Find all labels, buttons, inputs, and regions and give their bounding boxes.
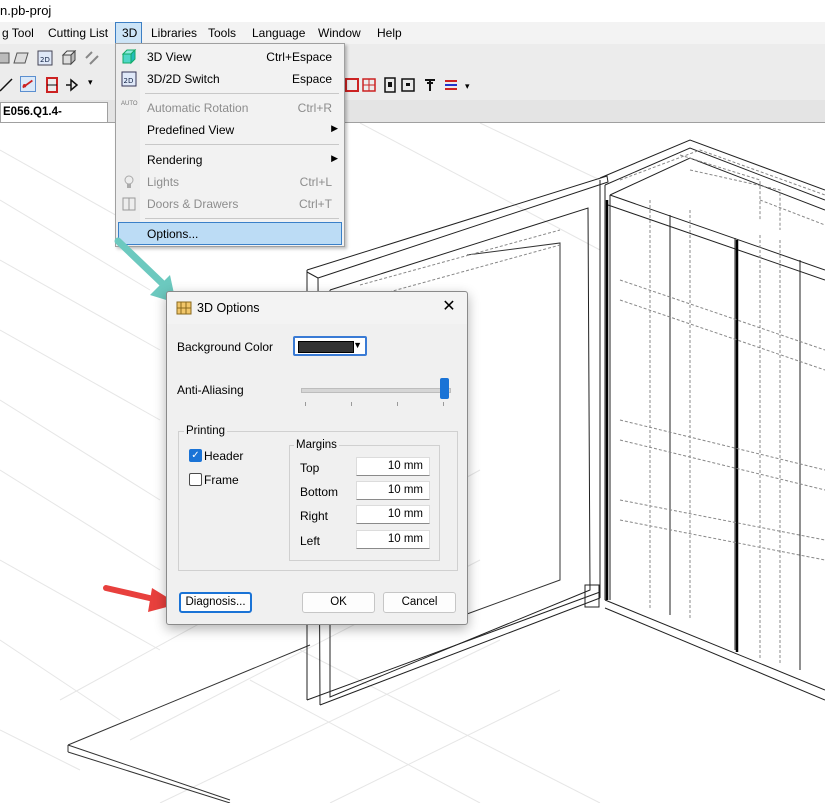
menu-item-3d[interactable]: 3D	[115, 22, 142, 44]
menu-doors-drawers-shortcut: Ctrl+T	[299, 197, 332, 211]
margin-left-label: Left	[300, 534, 321, 548]
light-bulb-icon	[124, 175, 134, 188]
margins-group-label: Margins	[294, 439, 339, 451]
fragment-icon[interactable]	[84, 50, 100, 66]
close-icon[interactable]: ✕	[441, 299, 457, 315]
margin-right-label: Right	[300, 509, 329, 523]
svg-text:2D: 2D	[40, 56, 50, 64]
menu-automatic-rotation-label: Automatic Rotation	[147, 101, 249, 115]
menu-item-libraries[interactable]: Libraries	[145, 22, 203, 44]
menu-separator	[145, 218, 339, 219]
margin-top-input[interactable]: 10 mm	[356, 457, 430, 476]
submenu-arrow-icon: ▶	[331, 123, 338, 133]
menu-lights[interactable]: Lights Ctrl+L	[118, 171, 342, 193]
menu-lights-shortcut: Ctrl+L	[299, 175, 332, 189]
menu-3d-2d-switch-shortcut: Espace	[291, 72, 332, 86]
box-icon[interactable]	[61, 50, 77, 66]
slider-tick	[305, 402, 306, 406]
menu-separator	[145, 93, 339, 94]
cancel-button[interactable]: Cancel	[383, 592, 456, 613]
margin-bottom-label: Bottom	[300, 485, 339, 499]
menu-predefined-view[interactable]: Predefined View ▶	[118, 119, 342, 141]
window-title-bar: n.pb-proj	[0, 0, 825, 22]
3d-options-icon	[176, 301, 192, 315]
margin-right-input[interactable]: 10 mm	[356, 505, 430, 524]
ok-button[interactable]: OK	[302, 592, 375, 613]
doors-drawers-icon	[122, 197, 136, 211]
svg-text:2D: 2D	[124, 77, 134, 85]
3d-2d-switch-icon: 2D	[121, 71, 137, 87]
menu-3d-view[interactable]: 3D View Ctrl+Espace	[118, 46, 342, 68]
menu-item-window[interactable]: Window	[312, 22, 367, 44]
menu-rendering-label: Rendering	[147, 153, 203, 167]
menu-3d-view-shortcut: Ctrl+Espace	[266, 50, 332, 64]
menu-automatic-rotation-shortcut: Ctrl+R	[297, 101, 332, 115]
color-swatch	[298, 341, 354, 353]
margin-top-label: Top	[300, 461, 320, 475]
3d-view-icon	[121, 49, 137, 65]
dialog-title-bar: 3D Options ✕	[167, 292, 467, 324]
2d-panel-icon[interactable]: 2D	[37, 50, 53, 66]
menu-bar: g Tool Cutting List 3D Libraries Tools L…	[0, 22, 825, 44]
diagnosis-button[interactable]: Diagnosis...	[179, 592, 252, 613]
diagonal-line-icon[interactable]	[0, 77, 14, 93]
menu-automatic-rotation[interactable]: AUTO Automatic Rotation Ctrl+R	[118, 97, 342, 119]
menu-3d-dropdown: 3D View Ctrl+Espace 2D 3D/2D Switch Espa…	[115, 43, 345, 247]
door-icon[interactable]	[382, 77, 398, 93]
menu-item-help[interactable]: Help	[371, 22, 408, 44]
menu-rendering[interactable]: Rendering ▶	[118, 149, 342, 171]
header-checkbox[interactable]: ✓	[189, 449, 202, 462]
margin-bottom-input[interactable]: 10 mm	[356, 481, 430, 500]
margin-left-input[interactable]: 10 mm	[356, 530, 430, 549]
printing-group-label: Printing	[184, 425, 227, 437]
drawer-icon[interactable]	[400, 77, 416, 93]
anti-aliasing-label: Anti-Aliasing	[177, 383, 244, 397]
window-title: n.pb-proj	[0, 3, 52, 18]
anti-aliasing-slider-thumb[interactable]	[440, 378, 449, 399]
header-checkbox-label: Header	[204, 449, 244, 463]
slider-tick	[351, 402, 352, 406]
menu-3d-2d-switch-label: 3D/2D Switch	[147, 72, 220, 86]
menu-separator	[145, 144, 339, 145]
chevron-down-icon: ▼	[353, 340, 362, 350]
menu-doors-drawers[interactable]: Doors & Drawers Ctrl+T	[118, 193, 342, 215]
menu-item-drawing-tool[interactable]: g Tool	[0, 22, 40, 44]
dialog-title: 3D Options	[197, 301, 260, 315]
submenu-arrow-icon: ▶	[331, 153, 338, 163]
auto-rotation-icon: AUTO	[121, 101, 138, 107]
background-color-picker[interactable]: ▼	[293, 336, 367, 356]
column-icon[interactable]	[44, 77, 60, 93]
toolbar-overflow[interactable]: ▾	[88, 77, 94, 93]
menu-item-tools[interactable]: Tools	[202, 22, 242, 44]
tab-bedroom[interactable]: E056.Q1.4-Bedroom	[0, 102, 108, 136]
red-square-icon[interactable]	[344, 77, 360, 93]
node-icon[interactable]	[65, 77, 81, 93]
frame-checkbox-label: Frame	[204, 473, 239, 487]
background-color-label: Background Color	[177, 340, 274, 354]
menu-item-language[interactable]: Language	[246, 22, 311, 44]
frame-checkbox[interactable]	[189, 473, 202, 486]
menu-lights-label: Lights	[147, 175, 180, 189]
toolbar-icon-partial[interactable]	[0, 50, 10, 66]
menu-3d-2d-switch[interactable]: 2D 3D/2D Switch Espace	[118, 68, 342, 90]
slider-tick	[443, 402, 444, 406]
hinge-icon[interactable]	[422, 77, 438, 93]
dimension-tool-icon[interactable]	[20, 76, 36, 92]
menu-item-cutting-list[interactable]: Cutting List	[42, 22, 114, 44]
slider-tick	[397, 402, 398, 406]
parallelogram-icon[interactable]	[13, 50, 29, 66]
layers-icon[interactable]	[443, 77, 459, 93]
toolbar-overflow-right[interactable]: ▾	[465, 81, 470, 92]
grid-icon[interactable]	[361, 77, 377, 93]
menu-predefined-view-label: Predefined View	[147, 123, 235, 137]
menu-doors-drawers-label: Doors & Drawers	[147, 197, 239, 211]
3d-options-dialog: 3D Options ✕ Background Color ▼ Anti-Ali…	[166, 291, 468, 625]
menu-3d-view-label: 3D View	[147, 50, 192, 64]
anti-aliasing-slider-track[interactable]	[301, 388, 451, 393]
